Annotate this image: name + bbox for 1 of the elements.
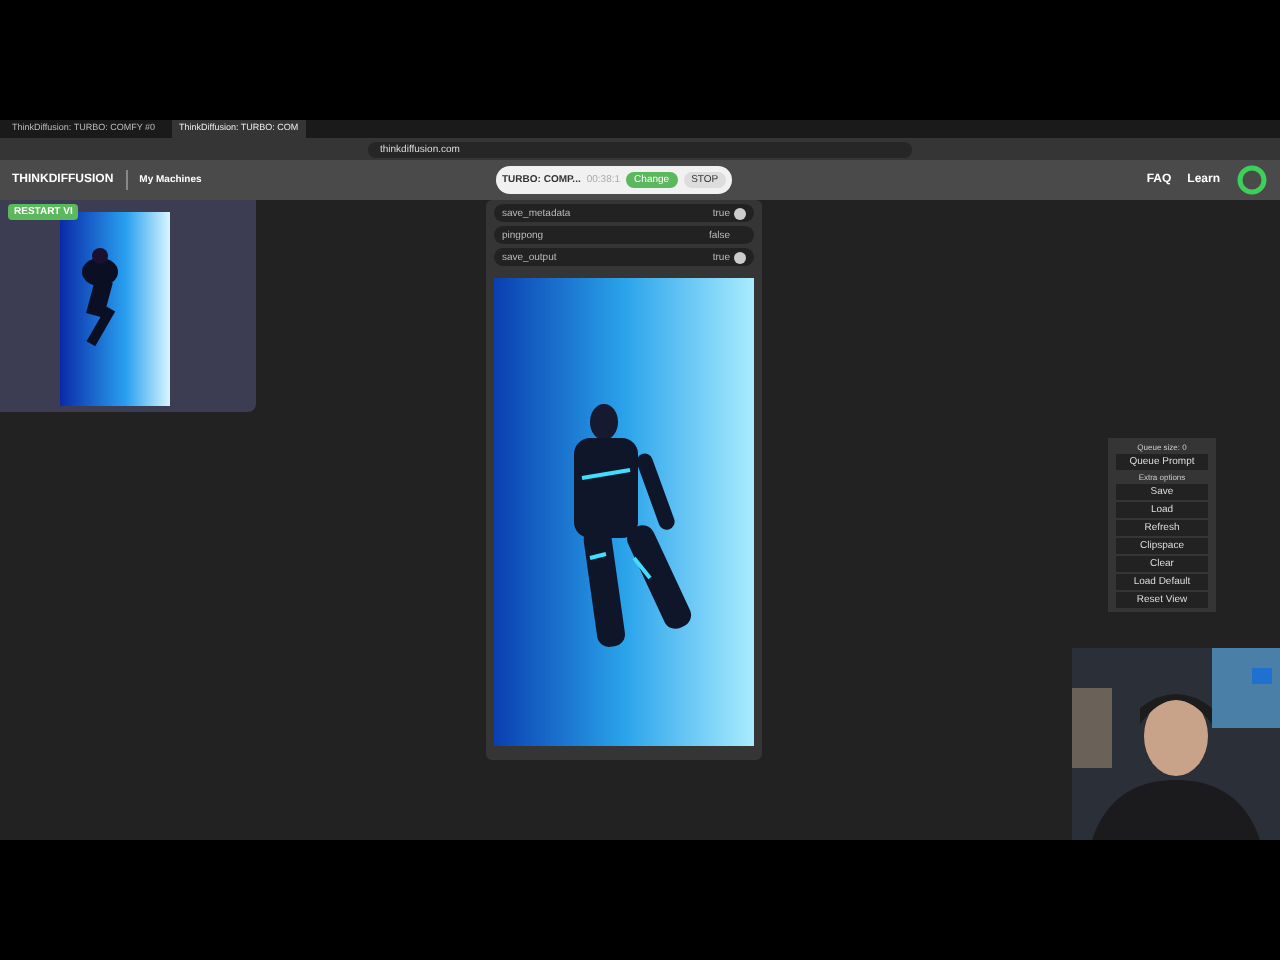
power-icon[interactable]	[1236, 164, 1268, 196]
